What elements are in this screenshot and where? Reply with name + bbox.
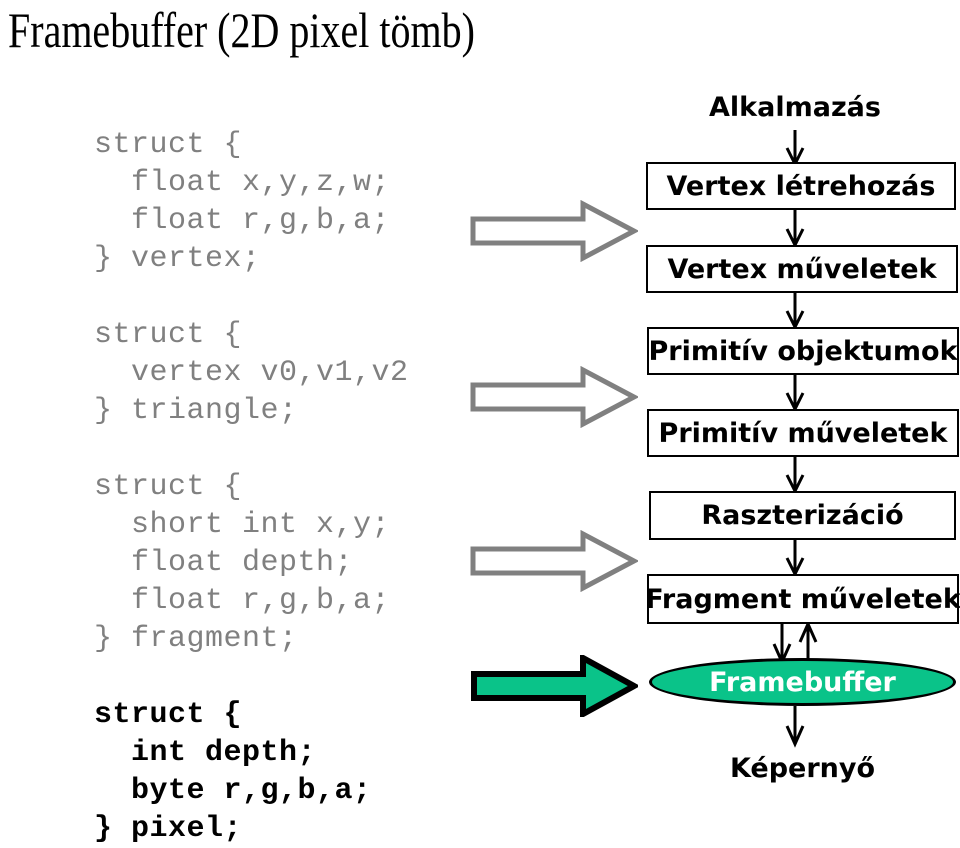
slide-root: Framebuffer (2D pixel tömb) struct { flo… [0,0,960,846]
code-listing: struct { float x,y,z,w; float r,g,b,a; }… [94,96,474,846]
code-block-fragment-struct: struct { short int x,y; float depth; flo… [94,470,391,656]
code-block-vertex-struct: struct { float x,y,z,w; float r,g,b,a; }… [94,128,391,276]
graphics-pipeline-diagram: Alkalmazás Vertex létrehozás Vertex műve… [630,84,960,832]
pipeline-stage-framebuffer[interactable]: Framebuffer [649,658,956,706]
pipeline-stage-primitiv-muveletek[interactable]: Primitív műveletek [647,409,959,457]
pipeline-stage-raszterizacio[interactable]: Raszterizáció [649,491,956,540]
pipeline-stage-fragment-muveletek[interactable]: Fragment műveletek [645,574,960,624]
block-arrow-triangle-icon [470,366,638,428]
page-title: Framebuffer (2D pixel tömb) [8,2,475,58]
pipeline-stage-kepernyo[interactable]: Képernyő [649,744,956,792]
block-arrow-vertex-icon [470,200,638,262]
pipeline-stage-primitiv-objektumok[interactable]: Primitív objektumok [647,327,959,375]
block-arrow-pixel-icon [471,655,638,717]
code-block-pixel-struct: struct { int depth; byte r,g,b,a; } pixe… [94,698,372,846]
block-arrow-fragment-icon [470,530,638,592]
pipeline-stage-alkalmazas[interactable]: Alkalmazás [640,84,950,130]
pipeline-stage-vertex-muveletek[interactable]: Vertex műveletek [646,245,958,293]
pipeline-stage-vertex-letrehozas[interactable]: Vertex létrehozás [646,162,956,210]
code-block-triangle-struct: struct { vertex v0,v1,v2 } triangle; [94,318,409,428]
